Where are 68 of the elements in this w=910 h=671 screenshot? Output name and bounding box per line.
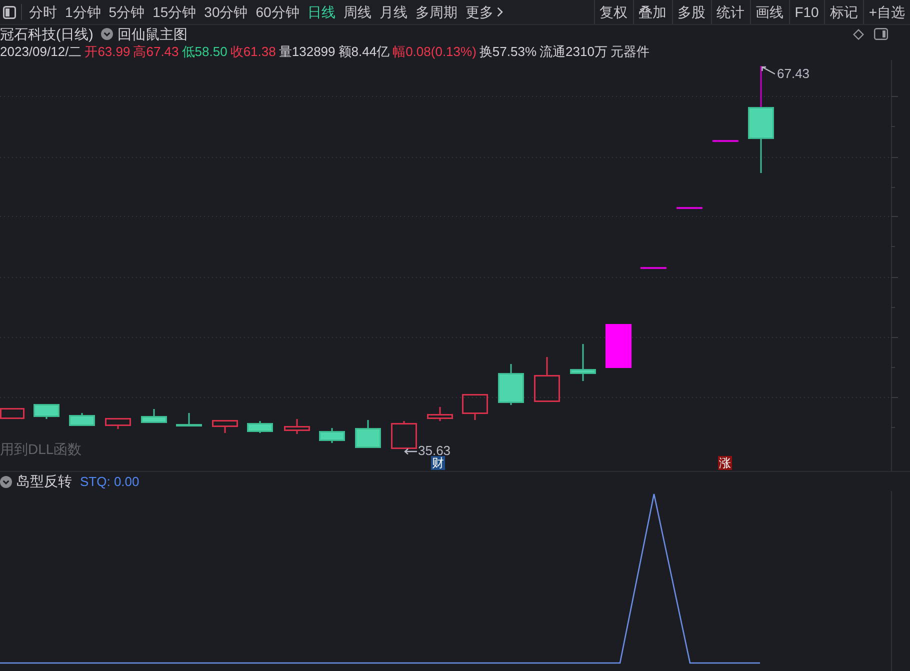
diamond-icon[interactable] [853,28,864,40]
candlestick [676,207,702,209]
toolbar-button[interactable]: 统计 [710,0,750,24]
panel-icon[interactable] [3,6,16,18]
quote-value: 幅0.08(0.13%) [392,42,476,61]
candlestick [606,324,632,368]
quote-value: 额8.44亿 [338,42,390,61]
candlestick [391,421,417,449]
period-tab[interactable]: 月线 [375,2,412,22]
indicator-name: 岛型反转 [16,472,72,491]
toolbar-button[interactable]: +自选 [862,0,910,24]
candlestick [640,267,666,269]
candlestick [355,420,381,448]
quote-value: 低58.50 [182,42,228,61]
chevron-down-circle-icon[interactable] [0,476,12,488]
period-tab[interactable]: 30分钟 [200,2,252,22]
candlestick [570,344,596,381]
toolbar-button[interactable]: 画线 [750,0,789,24]
candlestick [176,413,202,426]
quote-value: 量132899 [278,42,336,61]
candlestick [498,364,524,405]
period-tab[interactable]: 60分钟 [252,2,304,22]
up-left-arrow-icon [761,66,775,75]
candlestick [141,409,167,423]
candlestick [247,421,273,433]
event-marker[interactable]: 财 [431,456,445,470]
quote-value: 高67.43 [133,42,179,61]
candlestick [712,140,738,142]
toolbar-button[interactable]: 复权 [594,0,633,24]
period-tab[interactable]: 周线 [339,2,376,22]
candlestick [0,408,24,419]
quote-value: 收61.38 [230,42,276,61]
quote-value: 2023/09/12/二 [0,42,82,61]
indicator-reading: STQ: 0.00 [80,472,140,491]
low-price-label: 35.63 [418,443,451,458]
toolbar-button[interactable]: 叠加 [632,0,672,24]
candlestick [284,419,310,434]
quote-value: 开63.99 [84,42,130,61]
quote-value: 元器件 [610,42,650,61]
chevron-right-icon [497,7,504,17]
period-tab[interactable]: 日线 [303,2,340,22]
chevron-down-circle-icon[interactable] [101,28,114,40]
toolbar-button[interactable]: 多股 [672,0,711,24]
left-arrow-icon [404,448,417,454]
candlestick [105,418,131,429]
candlestick [462,394,488,420]
candlestick [534,357,560,402]
more-menu-button[interactable]: 更多 [461,2,508,22]
period-tab[interactable]: 分时 [25,2,61,22]
toolbar-button[interactable]: F10 [788,0,824,24]
period-tab[interactable]: 5分钟 [104,2,149,22]
candlestick [319,428,345,443]
formula-note: 用到DLL函数 [0,440,82,458]
period-tab[interactable]: 1分钟 [61,2,105,22]
quote-value: 换57.53% [479,42,536,61]
template-name[interactable]: 回仙鼠主图 [117,24,188,44]
candlestick [212,420,238,433]
high-price-label: 67.43 [777,66,810,82]
candlestick [34,404,60,419]
panel-icon[interactable] [874,28,888,40]
period-tab[interactable]: 多周期 [411,2,462,22]
period-tab[interactable]: 15分钟 [148,2,200,22]
event-marker[interactable]: 涨 [718,456,732,470]
quote-value: 流通2310万 [540,42,608,61]
candlestick [427,407,453,421]
chart-title: 冠石科技(日线) [0,24,94,44]
candlestick [69,413,95,426]
toolbar-button[interactable]: 标记 [824,0,863,24]
